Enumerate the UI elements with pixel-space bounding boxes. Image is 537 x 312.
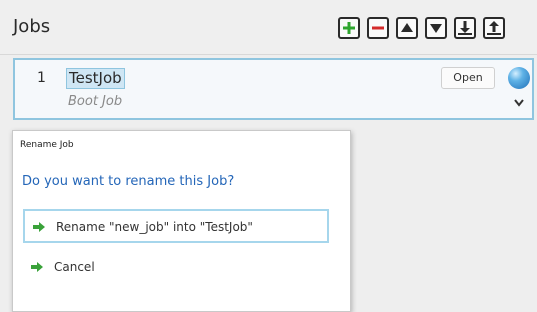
dialog-title: Rename Job xyxy=(20,140,74,150)
move-down-icon xyxy=(430,24,442,33)
jobs-header: Jobs xyxy=(0,0,537,55)
move-up-icon xyxy=(401,23,413,32)
export-icon xyxy=(487,21,501,35)
export-button[interactable] xyxy=(483,17,505,39)
rename-job-dialog: Rename Job Do you want to rename this Jo… xyxy=(12,130,351,312)
globe-icon[interactable] xyxy=(508,67,530,89)
add-job-button[interactable] xyxy=(338,17,360,39)
chevron-down-icon[interactable] xyxy=(513,98,525,108)
add-icon xyxy=(343,22,355,34)
remove-job-button[interactable] xyxy=(367,17,389,39)
rename-option-button[interactable]: Rename "new_job" into "TestJob" xyxy=(23,209,329,243)
arrow-right-icon xyxy=(31,262,43,272)
jobs-toolbar xyxy=(338,17,512,43)
open-button[interactable]: Open xyxy=(441,67,495,89)
move-up-button[interactable] xyxy=(396,17,418,39)
import-button[interactable] xyxy=(454,17,476,39)
import-icon xyxy=(458,21,472,35)
arrow-right-icon xyxy=(33,222,45,232)
job-number: 1 xyxy=(37,70,46,86)
job-subtitle: Boot Job xyxy=(68,94,123,109)
remove-icon xyxy=(372,26,384,30)
cancel-option-button[interactable]: Cancel xyxy=(23,250,329,284)
rename-option-label: Rename "new_job" into "TestJob" xyxy=(56,220,253,234)
cancel-option-label: Cancel xyxy=(54,260,95,274)
job-row[interactable]: 1 TestJob Boot Job Open xyxy=(13,58,534,120)
job-name-field[interactable]: TestJob xyxy=(66,68,125,89)
move-down-button[interactable] xyxy=(425,17,447,39)
page-title: Jobs xyxy=(13,16,51,37)
dialog-question: Do you want to rename this Job? xyxy=(22,174,235,189)
